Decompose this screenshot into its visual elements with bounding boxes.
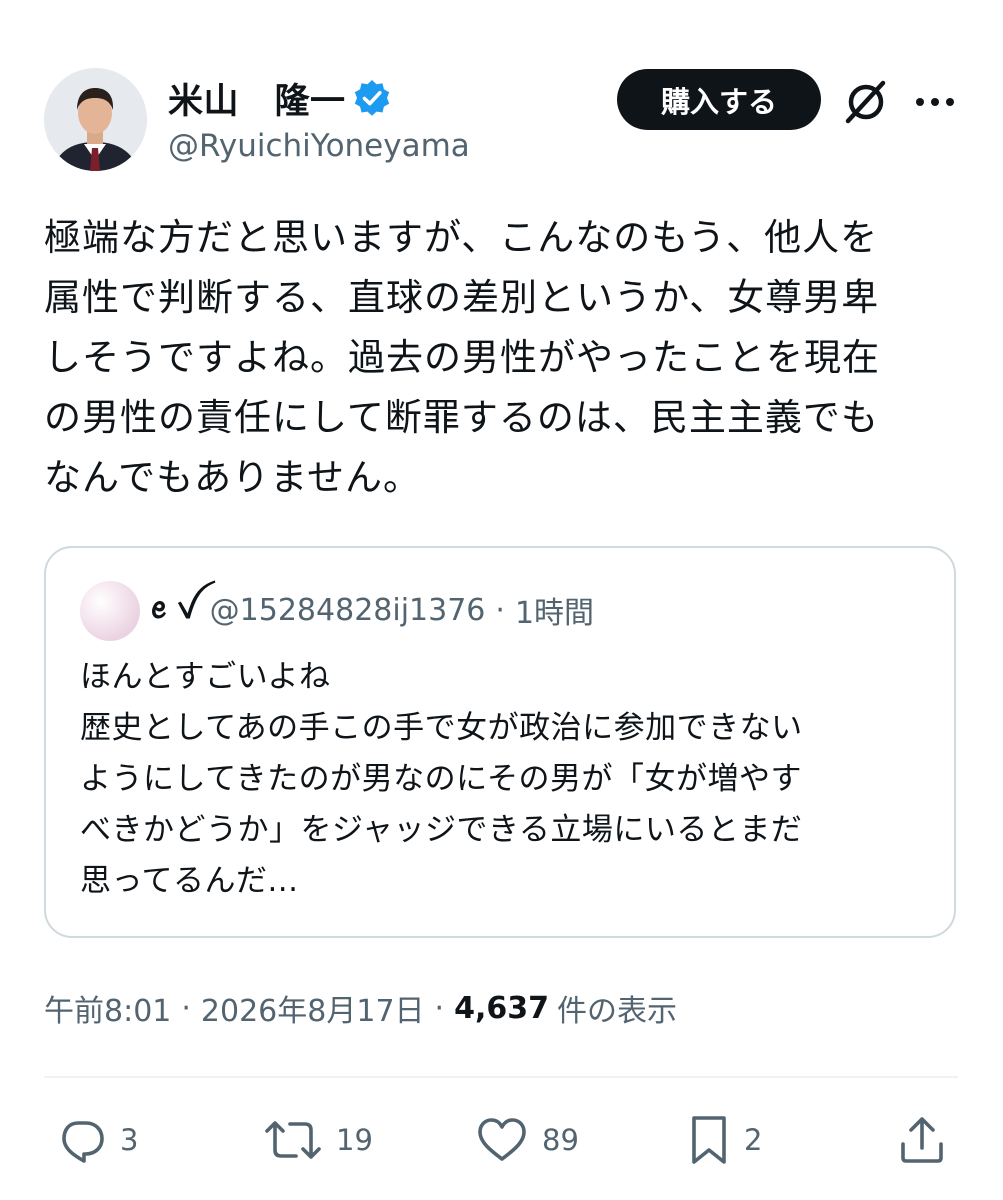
quote-text: ほんとすごいよね 歴史としてあの手この手で女が政治に参加できない ようにしてきた…	[80, 659, 803, 899]
author-name-row: 米山 隆一	[168, 74, 392, 122]
reply-icon	[62, 1121, 104, 1163]
like-count: 89	[542, 1123, 579, 1157]
quote-header: ꫀ ꪜ @15284828ij1376 · 1時間	[150, 588, 594, 632]
heart-icon	[478, 1118, 526, 1161]
avatar-portrait	[44, 68, 147, 171]
quoted-tweet-card[interactable]: ꫀ ꪜ @15284828ij1376 · 1時間 ほんとすごいよね 歴史として…	[44, 546, 956, 938]
quote-separator: ·	[495, 592, 505, 628]
post-date[interactable]: 2026年8月17日	[201, 986, 425, 1030]
share-icon	[901, 1117, 943, 1163]
more-dots-icon[interactable]	[912, 84, 958, 120]
share-button[interactable]	[896, 1112, 948, 1168]
retweet-count: 19	[336, 1123, 373, 1157]
bookmark-button[interactable]: 2	[686, 1112, 762, 1168]
reply-button[interactable]: 3	[56, 1112, 138, 1168]
bookmark-count: 2	[744, 1123, 763, 1157]
verified-badge-icon	[352, 78, 392, 118]
retweet-icon	[265, 1121, 321, 1159]
retweet-button[interactable]: 19	[262, 1112, 373, 1168]
quote-author-name[interactable]: ꫀ ꪜ	[150, 579, 198, 642]
meta-separator-1: ·	[181, 990, 191, 1026]
reply-count: 3	[120, 1123, 139, 1157]
quote-author-handle[interactable]: @15284828ij1376	[210, 593, 486, 628]
tweet-meta: 午前8:01 · 2026年8月17日 · 4,637 件の表示	[44, 986, 677, 1030]
view-count: 4,637	[454, 990, 549, 1026]
divider	[44, 1076, 958, 1078]
quote-timestamp: 1時間	[514, 596, 595, 631]
meta-separator-2: ·	[434, 990, 445, 1026]
bookmark-icon	[692, 1116, 726, 1164]
post-time[interactable]: 午前8:01	[44, 986, 171, 1030]
tweet-text: 極端な方だと思いますが、こんなのもう、他人を 属性で判断する、直球の差別というか…	[44, 216, 880, 499]
quote-avatar[interactable]	[80, 581, 140, 641]
author-display-name[interactable]: 米山 隆一	[168, 73, 346, 124]
views-label: 件の表示	[556, 994, 677, 1029]
like-button[interactable]: 89	[474, 1112, 579, 1168]
author-handle[interactable]: @RyuichiYoneyama	[168, 126, 470, 166]
author-avatar[interactable]	[44, 68, 147, 171]
buy-button[interactable]: 購入する	[617, 69, 821, 130]
slashed-circle-icon[interactable]	[838, 74, 894, 130]
